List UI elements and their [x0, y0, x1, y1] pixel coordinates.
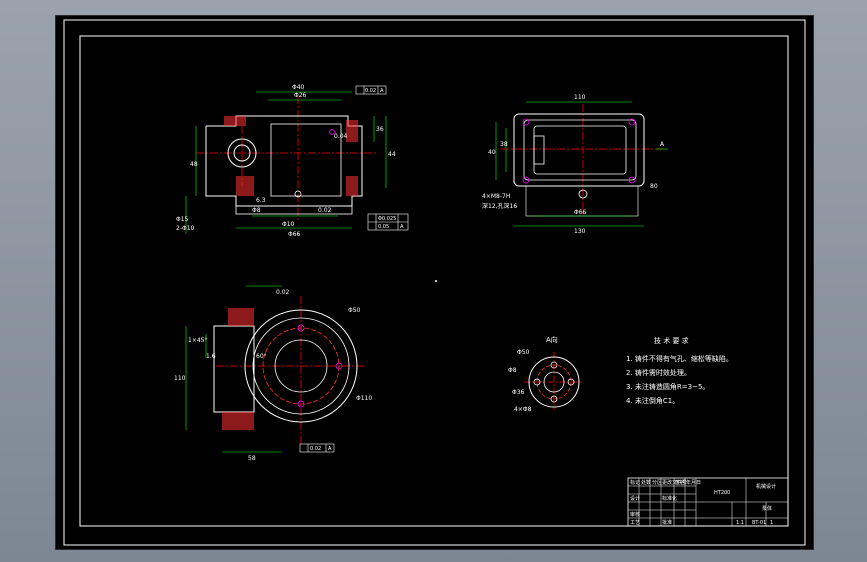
tb-h2: 处数 — [641, 479, 651, 486]
side-dim-chamfer: 1×45° — [188, 337, 207, 344]
side-dim-tol: 0.02 — [276, 289, 290, 296]
outer-border — [63, 19, 806, 546]
side-fcf: 0.02 A — [299, 443, 335, 453]
a-view-title: A向 — [546, 335, 558, 344]
tb-h5: 签名 — [675, 479, 685, 486]
svg-text:0.02: 0.02 — [365, 88, 376, 94]
front-dim-tol2: 0.04 — [334, 133, 348, 140]
top-slot — [533, 135, 545, 165]
tb-drawing-no: BT-01 — [752, 520, 766, 526]
front-body-outline — [205, 115, 363, 207]
side-dim-r: Φ110 — [356, 395, 372, 402]
top-inner-rect — [533, 125, 627, 175]
front-dim-flange: Φ8 — [252, 207, 261, 214]
svg-text:0.05: 0.05 — [378, 224, 389, 230]
side-hatch-top — [228, 308, 254, 326]
tb-h3: 分区 — [652, 479, 662, 486]
tb-scale: 1:1 — [736, 520, 744, 526]
top-hole-tl — [522, 118, 530, 126]
side-view[interactable]: Φ50 Φ110 110 1×45° 60° 58 0.02 1.6 0.02 … — [174, 285, 372, 462]
front-dim-side3: 48 — [190, 161, 198, 168]
front-dim-width: Φ40 — [292, 84, 305, 91]
front-dimensions — [185, 91, 387, 234]
svg-text:A: A — [400, 224, 404, 230]
front-dim-left2: 2-Φ10 — [176, 225, 195, 232]
side-dim-ra: 1.6 — [206, 353, 216, 360]
inner-border — [79, 35, 789, 527]
a-dim3: Φ36 — [512, 389, 525, 396]
note-item-2: 2. 铸件需时效处理。 — [626, 368, 691, 377]
tb-sheet: 1 — [770, 520, 773, 526]
side-dim-angle: 60° — [256, 353, 267, 360]
a-dim2: Φ8 — [508, 367, 517, 374]
a-dim4: 4×Φ8 — [514, 406, 532, 413]
tb-design: 设计 — [630, 495, 640, 502]
top-dim-holes: 4×M8-7H — [482, 193, 510, 200]
tb-standard: 标准化 — [662, 495, 677, 502]
front-dim-tol1: 0.02 — [318, 207, 332, 214]
front-dim-bottom2: Φ66 — [288, 231, 301, 238]
front-dim-a: Φ26 — [294, 92, 307, 99]
a-dim1: Φ50 — [517, 349, 530, 356]
svg-text:Φ0.025: Φ0.025 — [378, 216, 396, 222]
tb-part-name: 泵体 — [762, 505, 772, 512]
notes-title: 技 术 要 求 — [654, 336, 689, 345]
side-hatch-bottom — [222, 412, 254, 430]
tb-h1: 标记 — [630, 479, 640, 486]
drawing-sheet: Φ40 Φ26 36 44 48 Φ10 Φ66 Φ15 2-Φ10 Φ8 6.… — [63, 19, 806, 546]
title-block[interactable]: 标记 处数 分区 更改文件号 签名 年月日 设计 标准化 审核 工艺 批准 HT… — [627, 477, 789, 527]
tb-company: 机械设计 — [756, 483, 776, 490]
side-left-block — [213, 325, 255, 413]
technical-notes: 技 术 要 求 1. 铸件不得有气孔、缩松等缺陷。 2. 铸件需时效处理。 3.… — [626, 336, 733, 405]
a-view[interactable]: A向 Φ50 Φ8 Φ36 4×Φ8 — [508, 335, 584, 413]
front-hatch-bottom-right — [346, 176, 358, 196]
svg-text:A: A — [380, 88, 384, 94]
side-dim-height: 110 — [174, 375, 186, 382]
front-dim-r: 6.3 — [256, 197, 266, 204]
top-dim-bottom1: Φ66 — [574, 209, 587, 216]
top-dim-left: 38 — [500, 141, 508, 148]
front-dim-bottom: Φ10 — [282, 221, 295, 228]
top-dim-width: 110 — [574, 94, 586, 101]
top-dim-right: 80 — [650, 183, 658, 190]
cursor-marker — [435, 280, 437, 282]
note-item-4: 4. 未注倒角C1。 — [626, 396, 679, 405]
top-section-label: A — [660, 141, 665, 148]
front-cavity — [270, 123, 342, 197]
side-dim-dia: Φ50 — [348, 307, 361, 314]
tb-process: 工艺 — [630, 520, 640, 526]
cad-viewport[interactable]: Φ40 Φ26 36 44 48 Φ10 Φ66 Φ15 2-Φ10 Φ8 6.… — [55, 15, 814, 550]
top-flange-rect — [523, 119, 637, 181]
front-dim-side2: 44 — [388, 151, 396, 158]
top-view[interactable]: 110 40 38 Φ66 130 4×M8-7H 深12,孔深16 A 80 — [482, 94, 668, 235]
top-dimensions — [495, 101, 668, 227]
front-fcf-top: 0.02 A — [355, 85, 387, 95]
top-dim-holes2: 深12,孔深16 — [482, 202, 517, 210]
svg-text:0.02: 0.02 — [310, 446, 321, 452]
tb-material: HT200 — [714, 490, 730, 496]
side-dim-bottom: 58 — [248, 455, 256, 462]
front-hatch-top-right — [346, 120, 358, 142]
top-dim-bottom2: 130 — [574, 228, 586, 235]
tb-review: 审核 — [630, 511, 640, 518]
front-fcf-right: Φ0.025 0.05 A — [367, 213, 409, 231]
front-view[interactable]: Φ40 Φ26 36 44 48 Φ10 Φ66 Φ15 2-Φ10 Φ8 6.… — [176, 84, 409, 238]
svg-text:A: A — [328, 446, 332, 452]
note-item-1: 1. 铸件不得有气孔、缩松等缺陷。 — [626, 354, 733, 363]
note-item-3: 3. 未注铸造圆角R=3~5。 — [626, 382, 709, 391]
front-dim-left1: Φ15 — [176, 216, 189, 223]
front-hatch-top-left — [224, 116, 246, 126]
top-outer-rect — [513, 113, 645, 187]
top-dim-height: 40 — [488, 149, 496, 156]
front-dim-side1: 36 — [376, 126, 384, 133]
tb-h6: 年月日 — [686, 479, 701, 486]
front-hatch-bottom-left — [236, 176, 254, 196]
tb-approve: 批准 — [662, 519, 672, 526]
